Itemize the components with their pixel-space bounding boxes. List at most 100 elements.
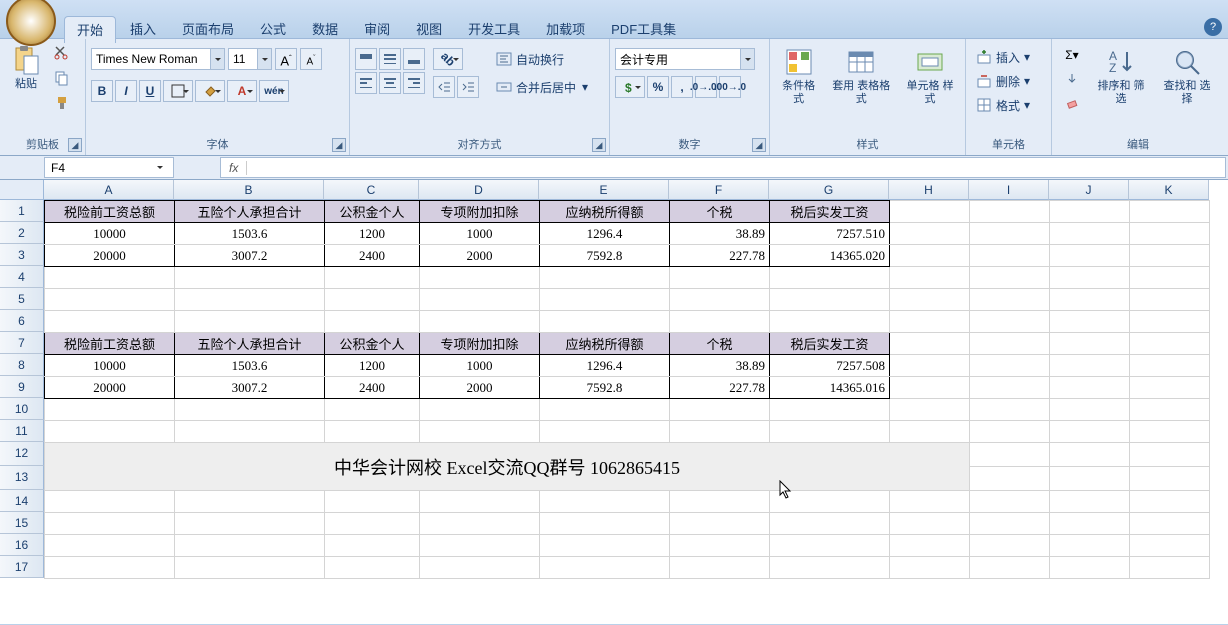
cell[interactable] [1130, 377, 1210, 399]
cell[interactable]: 2400 [325, 377, 420, 399]
cell[interactable] [890, 333, 970, 355]
cell[interactable] [540, 267, 670, 289]
align-left-button[interactable] [355, 72, 377, 94]
autosum-button[interactable]: Σ▾ [1057, 44, 1087, 66]
cell[interactable] [770, 491, 890, 513]
cell[interactable] [770, 267, 890, 289]
accounting-format-button[interactable]: $ [615, 76, 645, 98]
cell[interactable] [1130, 421, 1210, 443]
cell[interactable] [1050, 467, 1130, 491]
row-header-10[interactable]: 10 [0, 398, 44, 420]
cell[interactable]: 3007.2 [175, 245, 325, 267]
row-header-6[interactable]: 6 [0, 310, 44, 332]
underline-button[interactable]: U [139, 80, 161, 102]
number-format-combo[interactable]: 会计专用 [615, 48, 755, 70]
increase-font-button[interactable]: Aˆ [275, 48, 297, 70]
cell[interactable]: 20000 [45, 377, 175, 399]
col-header-D[interactable]: D [419, 180, 539, 200]
cell[interactable] [770, 535, 890, 557]
cell[interactable] [1050, 399, 1130, 421]
cell[interactable] [970, 491, 1050, 513]
align-top-button[interactable] [355, 48, 377, 70]
cell[interactable] [45, 513, 175, 535]
phonetic-button[interactable]: wén [259, 80, 289, 102]
cell[interactable] [970, 311, 1050, 333]
decrease-font-button[interactable]: Aˇ [300, 48, 322, 70]
cell[interactable] [670, 535, 770, 557]
row-header-2[interactable]: 2 [0, 222, 44, 244]
insert-cells-button[interactable]: 插入▾ [971, 46, 1035, 68]
cell[interactable] [890, 491, 970, 513]
cell[interactable] [1130, 467, 1210, 491]
cell[interactable] [420, 421, 540, 443]
cell[interactable] [890, 421, 970, 443]
cell[interactable] [325, 557, 420, 579]
cell[interactable] [45, 289, 175, 311]
cell[interactable] [1130, 245, 1210, 267]
cell[interactable]: 税险前工资总额 [45, 201, 175, 223]
row-header-8[interactable]: 8 [0, 354, 44, 376]
format-painter-button[interactable] [51, 92, 73, 114]
cell[interactable] [325, 491, 420, 513]
cell[interactable] [1050, 245, 1130, 267]
col-header-J[interactable]: J [1049, 180, 1129, 200]
cell[interactable] [45, 267, 175, 289]
cell[interactable]: 税险前工资总额 [45, 333, 175, 355]
row-header-12[interactable]: 12 [0, 442, 44, 466]
cell[interactable] [1050, 557, 1130, 579]
cell[interactable] [970, 467, 1050, 491]
col-header-C[interactable]: C [324, 180, 419, 200]
cell[interactable] [970, 201, 1050, 223]
cell[interactable] [970, 535, 1050, 557]
cell[interactable] [1130, 513, 1210, 535]
cell[interactable] [670, 421, 770, 443]
cell[interactable] [325, 421, 420, 443]
decrease-indent-button[interactable] [433, 76, 455, 98]
cell[interactable] [45, 421, 175, 443]
cell[interactable] [1050, 491, 1130, 513]
cell[interactable] [970, 513, 1050, 535]
border-button[interactable] [163, 80, 193, 102]
row-header-9[interactable]: 9 [0, 376, 44, 398]
format-cells-button[interactable]: 格式▾ [971, 94, 1035, 116]
cell[interactable] [670, 557, 770, 579]
cell[interactable] [1130, 223, 1210, 245]
cell[interactable] [890, 267, 970, 289]
cell[interactable]: 227.78 [670, 245, 770, 267]
align-middle-button[interactable] [379, 48, 401, 70]
row-header-17[interactable]: 17 [0, 556, 44, 578]
cell[interactable] [1050, 377, 1130, 399]
col-header-H[interactable]: H [889, 180, 969, 200]
cell[interactable] [540, 513, 670, 535]
cut-button[interactable] [51, 42, 73, 64]
cell[interactable]: 10000 [45, 355, 175, 377]
cell[interactable]: 专项附加扣除 [420, 333, 540, 355]
cell[interactable] [1130, 535, 1210, 557]
merge-center-button[interactable]: 合并后居中▾ [491, 76, 593, 98]
cell[interactable] [970, 355, 1050, 377]
cell[interactable]: 税后实发工资 [770, 333, 890, 355]
find-select-button[interactable]: 查找和 选择 [1155, 44, 1219, 108]
cell[interactable] [1050, 333, 1130, 355]
cell[interactable]: 税后实发工资 [770, 201, 890, 223]
cell[interactable] [420, 267, 540, 289]
col-header-A[interactable]: A [44, 180, 174, 200]
cell[interactable] [540, 421, 670, 443]
col-header-I[interactable]: I [969, 180, 1049, 200]
increase-indent-button[interactable] [457, 76, 479, 98]
fill-color-button[interactable] [195, 80, 225, 102]
row-header-15[interactable]: 15 [0, 512, 44, 534]
cell-styles-button[interactable]: 单元格 样式 [900, 44, 960, 108]
cell[interactable]: 14365.016 [770, 377, 890, 399]
col-header-K[interactable]: K [1129, 180, 1209, 200]
clear-button[interactable] [1057, 92, 1087, 114]
cell[interactable] [890, 311, 970, 333]
cell[interactable] [420, 491, 540, 513]
cell[interactable] [670, 513, 770, 535]
bold-button[interactable]: B [91, 80, 113, 102]
cell[interactable]: 14365.020 [770, 245, 890, 267]
cell[interactable] [1130, 333, 1210, 355]
cell[interactable]: 五险个人承担合计 [175, 333, 325, 355]
cell[interactable] [670, 311, 770, 333]
cell[interactable] [970, 421, 1050, 443]
